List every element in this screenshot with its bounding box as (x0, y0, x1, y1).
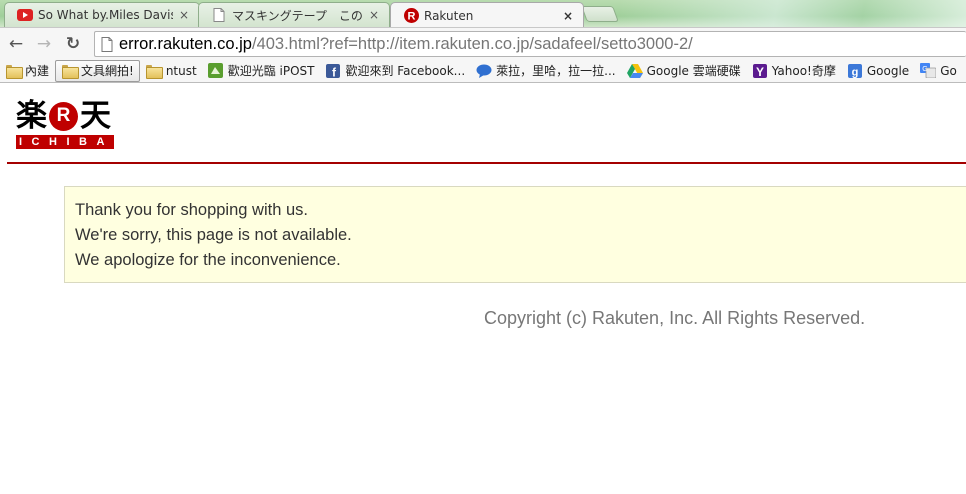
url-path: /403.html?ref=http://item.rakuten.co.jp/… (251, 34, 693, 53)
logo-r-circle-icon: R (49, 101, 78, 131)
bookmark-folder-ntust[interactable]: ntust (141, 60, 202, 82)
tab-strip: So What by.Miles Davis × マスキングテープ この × R… (0, 0, 966, 27)
tab-close-icon[interactable]: × (367, 8, 381, 22)
tab-title: Rakuten (424, 8, 474, 23)
copyright-text: Copyright (c) Rakuten, Inc. All Rights R… (484, 308, 866, 328)
bookmark-label: 文具網拍! (81, 64, 134, 78)
logo-kanji-raku: 楽 (16, 98, 47, 134)
chat-bubble-icon (476, 63, 492, 79)
browser-toolbar: ← → ↻ error.rakuten.co.jp/403.html?ref=h… (0, 27, 966, 59)
bookmark-google-translate[interactable]: G Go (915, 60, 962, 82)
new-tab-button[interactable] (581, 6, 619, 22)
address-bar[interactable]: error.rakuten.co.jp/403.html?ref=http://… (94, 31, 966, 57)
logo-kanji-ten: 天 (80, 98, 111, 134)
logo-ichiba-banner: ICHIBA (16, 135, 114, 149)
bookmark-facebook[interactable]: f 歡迎來到 Facebook... (320, 60, 470, 82)
bookmark-label: Go (940, 63, 957, 78)
tab-rakuten[interactable]: R Rakuten × (390, 2, 584, 27)
tab-close-icon[interactable]: × (177, 8, 191, 22)
tab-masking-tape[interactable]: マスキングテープ この × (198, 2, 390, 27)
folder-icon (146, 63, 164, 79)
rakuten-r-icon: R (403, 8, 419, 24)
facebook-icon: f (325, 63, 341, 79)
message-line: We're sorry, this page is not available. (75, 226, 352, 244)
bookmark-label: 內建 (25, 64, 50, 78)
tab-strip-background (620, 0, 966, 27)
rakuten-ichiba-logo[interactable]: 楽 R 天 ICHIBA (16, 100, 116, 150)
bookmark-label: Google 雲端硬碟 (646, 64, 741, 78)
bookmark-folder-builtin[interactable]: 內建 (0, 60, 54, 82)
tab-close-icon[interactable]: × (561, 9, 575, 23)
logo-mark: 楽 R 天 (16, 100, 116, 132)
youtube-icon (17, 7, 33, 23)
bookmark-google-drive[interactable]: Google 雲端硬碟 (622, 60, 746, 82)
url-text[interactable]: error.rakuten.co.jp/403.html?ref=http://… (119, 35, 693, 54)
bookmark-yahoo[interactable]: Y Yahoo!奇摩 (747, 60, 841, 82)
ipost-icon (208, 63, 224, 79)
tab-so-what[interactable]: So What by.Miles Davis × (4, 2, 200, 27)
tab-title: So What by.Miles Davis (38, 8, 173, 22)
back-button[interactable]: ← (5, 33, 27, 55)
bookmark-label: 萊拉，里哈，拉一拉... (496, 64, 616, 78)
svg-text:R: R (407, 11, 415, 23)
folder-icon (61, 63, 79, 79)
translate-icon: G (920, 63, 937, 79)
header-divider (7, 162, 966, 164)
page-content: 楽 R 天 ICHIBA Thank you for shopping with… (0, 84, 966, 494)
bookmark-label: ntust (165, 63, 197, 78)
svg-text:G: G (922, 66, 927, 73)
google-icon: g (847, 63, 863, 79)
message-line: We apologize for the inconvenience. (75, 251, 341, 269)
svg-text:g: g (852, 66, 859, 78)
bookmark-chat[interactable]: 萊拉，里哈，拉一拉... (471, 60, 620, 82)
tab-title: マスキングテープ この (232, 8, 363, 23)
bookmark-label: 歡迎來到 Facebook... (345, 64, 466, 78)
folder-icon (5, 63, 23, 79)
blank-page-icon (211, 7, 227, 23)
bookmarks-bar: 內建 文具網拍! ntust 歡迎光臨 iPOST f 歡迎來到 Faceboo… (0, 59, 966, 83)
google-drive-icon (626, 63, 643, 79)
bookmark-label: 歡迎光臨 iPOST (227, 64, 315, 78)
yahoo-icon: Y (752, 63, 768, 79)
reload-button[interactable]: ↻ (62, 33, 84, 55)
message-line: Thank you for shopping with us. (75, 201, 308, 219)
error-message-box: Thank you for shopping with us. We're so… (64, 186, 966, 283)
svg-text:Y: Y (756, 65, 764, 78)
page-icon (95, 36, 119, 52)
url-host: error.rakuten.co.jp (119, 34, 252, 53)
bookmark-folder-stationery[interactable]: 文具網拍! (55, 59, 140, 82)
bookmark-ipost[interactable]: 歡迎光臨 iPOST (203, 60, 320, 82)
bookmark-google[interactable]: g Google (842, 60, 914, 82)
forward-button[interactable]: → (33, 33, 55, 55)
bookmark-label: Google (866, 63, 910, 78)
bookmark-label: Yahoo!奇摩 (771, 64, 836, 78)
